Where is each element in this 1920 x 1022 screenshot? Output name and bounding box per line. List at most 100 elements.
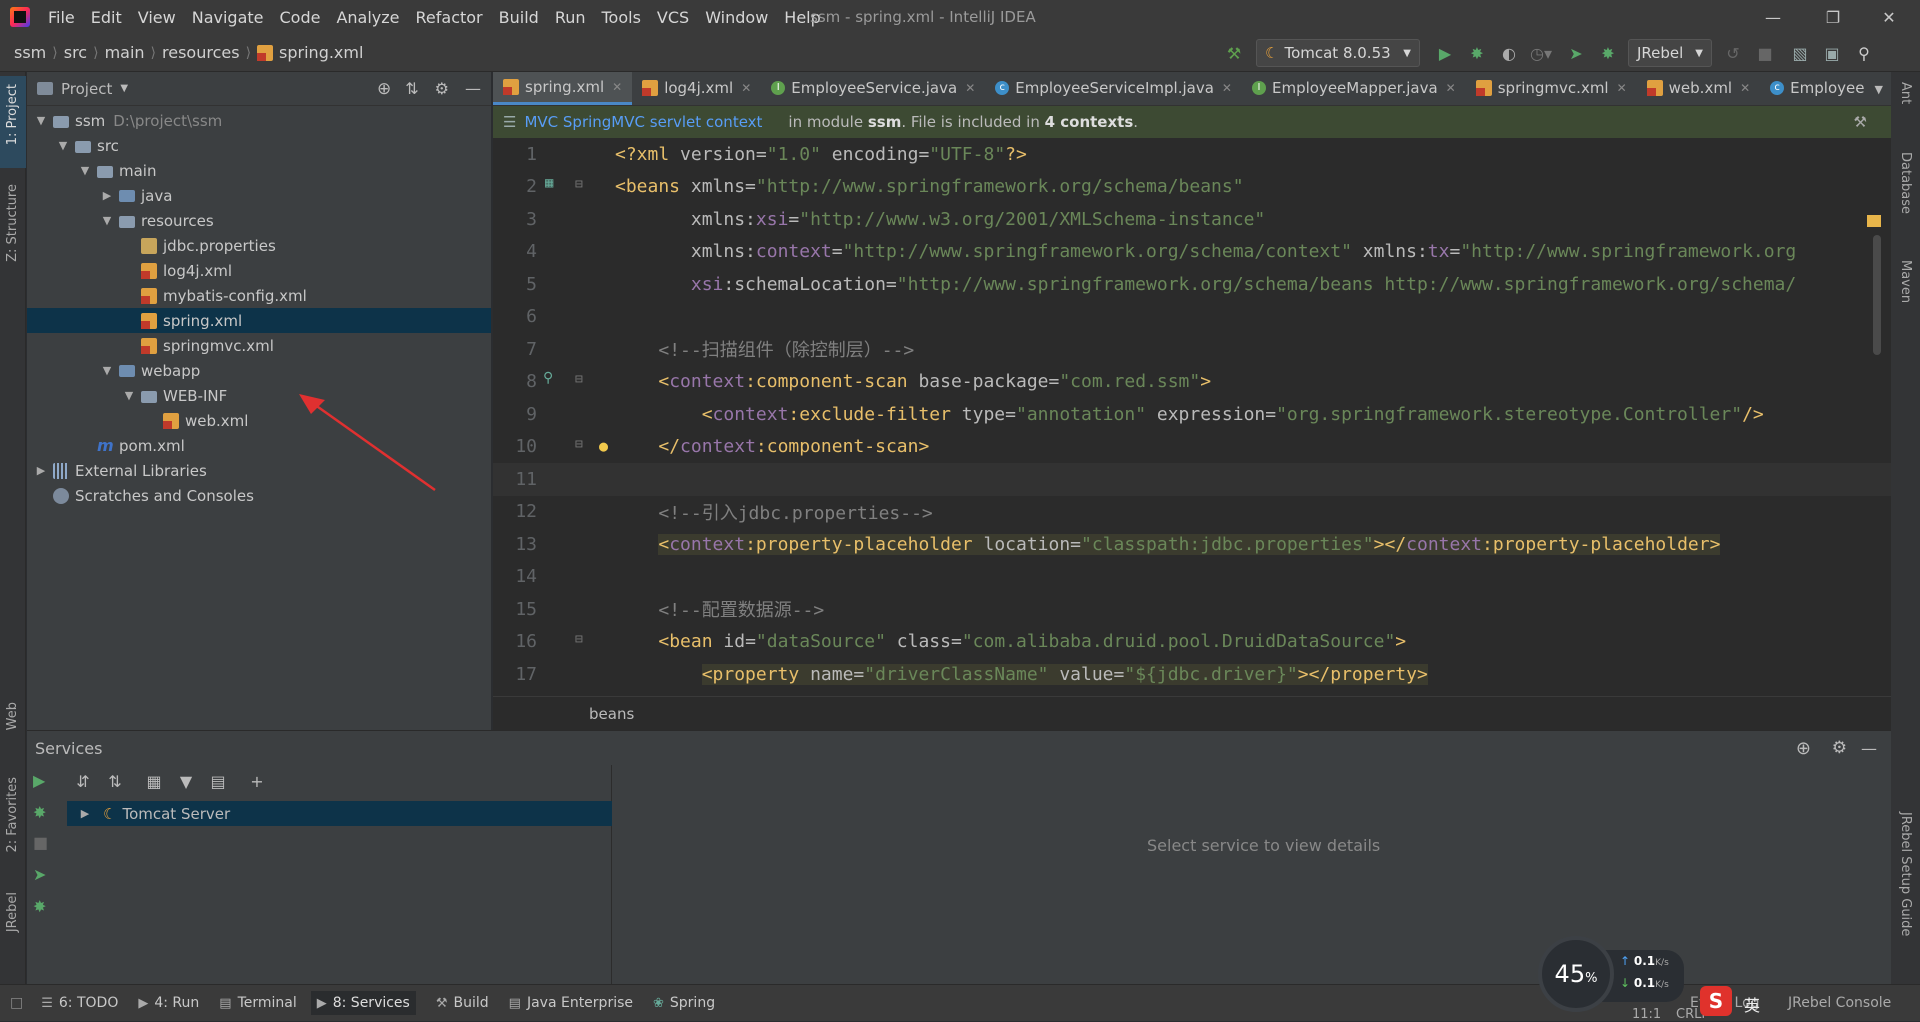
line-number[interactable]: 8 [493,371,537,392]
project-tool-tab[interactable]: 1: Project [0,76,26,168]
line-number[interactable]: 16 [493,631,537,652]
code-text[interactable]: <context:property-placeholder location="… [615,533,1721,555]
code-line[interactable]: 8 ⚲ ⊟ <context:component-scan base-package… [493,366,1891,399]
chevron-down-icon[interactable]: ▼ [77,164,93,177]
ant-tool-tab[interactable]: Ant [1898,82,1913,104]
tab-spring-xml[interactable]: spring.xml ✕ [493,72,633,105]
close-tab-icon[interactable]: ✕ [1617,81,1627,95]
breadcrumb-src[interactable]: src [58,43,93,62]
collapse-all-icon[interactable]: ⇅ [405,79,418,98]
locate-target-icon[interactable]: ⊕ [1796,738,1811,759]
hide-panel-icon[interactable]: — [1861,739,1877,758]
warning-marker-icon[interactable] [1867,215,1881,227]
code-line[interactable]: 1 <?xml version="1.0" encoding="UTF-8"?> [493,138,1891,171]
menu-edit[interactable]: Edit [83,8,130,27]
line-number[interactable]: 7 [493,339,537,360]
tree-item-resources[interactable]: ▼ resources [27,208,491,233]
code-text[interactable]: <bean id="dataSource" class="com.alibaba… [615,631,1406,652]
line-number[interactable]: 13 [493,534,537,555]
gutter[interactable]: ⊟ ● [537,431,615,464]
gutter[interactable] [537,528,615,561]
build-hammer-icon[interactable]: ⚒ [1221,40,1247,66]
gutter[interactable] [537,593,615,626]
close-tab-icon[interactable]: ✕ [741,81,751,95]
breadcrumb-ssm[interactable]: ssm [8,43,52,62]
jrebel-run-icon[interactable]: ➤ [33,865,46,884]
stop-icon[interactable]: ■ [1752,40,1778,66]
menu-build[interactable]: Build [491,8,547,27]
code-text[interactable]: <context:exclude-filter type="annotation… [615,404,1764,425]
locate-target-icon[interactable]: ⊕ [377,79,391,99]
add-icon[interactable]: + [244,768,270,794]
close-tab-icon[interactable]: ✕ [612,80,622,94]
debug-icon[interactable]: ✸ [33,803,46,822]
spring-tab[interactable]: ❀ Spring [653,995,715,1011]
jrebel-tool-tab[interactable]: JRebel [5,892,20,932]
code-text[interactable]: <!--扫描组件（除控制层）--> [615,336,914,362]
todo-tab[interactable]: ☰ 6: TODO [41,995,118,1011]
chevron-down-icon[interactable]: ▼ [99,214,115,227]
build-tab[interactable]: ⚒ Build [436,995,489,1011]
group-by-icon[interactable]: ▦ [141,768,167,794]
code-text[interactable]: xsi:schemaLocation="http://www.springfra… [615,274,1796,295]
tree-item-webapp[interactable]: ▼ webapp [27,358,491,383]
memory-gauge[interactable]: 45% [1538,936,1614,1012]
gutter[interactable] [537,496,615,529]
tree-item-src[interactable]: ▼ src [27,133,491,158]
gutter[interactable] [537,268,615,301]
gutter[interactable] [537,203,615,236]
collapse-all-icon[interactable]: ⇅ [102,768,128,794]
line-number[interactable]: 14 [493,566,537,587]
tree-item-log4j-xml[interactable]: log4j.xml [27,258,491,283]
update-icon[interactable]: ↺ [1720,40,1746,66]
code-line[interactable]: 14 [493,561,1891,594]
chevron-down-icon[interactable]: ▼ [33,114,49,127]
chevron-down-icon[interactable]: ▼ [120,83,128,94]
menu-file[interactable]: File [40,8,83,27]
close-tab-icon[interactable]: ✕ [965,81,975,95]
tree-item-ssm[interactable]: ▼ ssm D:\project\ssm [27,108,491,133]
jrebel-debug-icon[interactable]: ✸ [33,897,46,916]
menu-run[interactable]: Run [547,8,594,27]
gutter[interactable] [537,301,615,334]
gutter[interactable] [537,236,615,269]
database-tool-tab[interactable]: Database [1898,152,1913,214]
code-text[interactable]: <!--引入jdbc.properties--> [615,499,932,525]
menu-tools[interactable]: Tools [594,8,649,27]
gutter[interactable] [537,463,615,496]
project-structure-icon[interactable]: ▧ [1787,40,1813,66]
breadcrumb-spring-xml[interactable]: spring.xml [279,43,369,62]
tab-employee[interactable]: c Employee [1760,72,1874,105]
line-number[interactable]: 15 [493,599,537,620]
gutter[interactable] [537,561,615,594]
terminal-tab[interactable]: ▤ Terminal [219,995,296,1011]
minimize-button[interactable]: — [1750,0,1796,34]
breadcrumb-beans[interactable]: beans [589,705,634,723]
favorites-tool-tab[interactable]: 2: Favorites [5,777,20,853]
tab-employeeserviceimpl-java[interactable]: c EmployeeServiceImpl.java ✕ [985,72,1242,105]
code-line[interactable]: 5 xsi:schemaLocation="http://www.springf… [493,268,1891,301]
jrebel-run-icon[interactable]: ➤ [1563,40,1589,66]
new-tab-icon[interactable]: ▤ [205,768,231,794]
gutter[interactable]: ⚲ ⊟ [537,366,615,399]
project-view-selector[interactable]: Project [61,80,112,98]
line-number[interactable]: 1 [493,144,537,165]
gutter[interactable] [537,658,615,691]
tomcat-server-row[interactable]: ▶ ☾ Tomcat Server [67,801,612,826]
gutter[interactable]: ⊟ ▦ [537,171,615,204]
close-tab-icon[interactable]: ✕ [1740,81,1750,95]
chevron-right-icon[interactable]: ▶ [33,464,49,477]
editor-scrollbar[interactable] [1873,235,1881,355]
menu-code[interactable]: Code [272,8,329,27]
web-tool-tab[interactable]: Web [5,702,20,730]
run-tab[interactable]: ▶ 4: Run [138,995,199,1011]
spring-context-link[interactable]: MVC SpringMVC servlet context [524,113,762,131]
tab-list-chevron-icon[interactable]: ▼ [1874,83,1882,96]
gutter[interactable] [537,138,615,171]
code-text[interactable]: <property name="driverClassName" value="… [615,663,1428,685]
menu-view[interactable]: View [130,8,184,27]
code-line[interactable]: 16 ⊟ <bean id="dataSource" class="com.ali… [493,626,1891,659]
chevron-right-icon[interactable]: ▶ [99,189,115,202]
code-line[interactable]: 7 <!--扫描组件（除控制层）--> [493,333,1891,366]
chevron-down-icon[interactable]: ▼ [99,364,115,377]
